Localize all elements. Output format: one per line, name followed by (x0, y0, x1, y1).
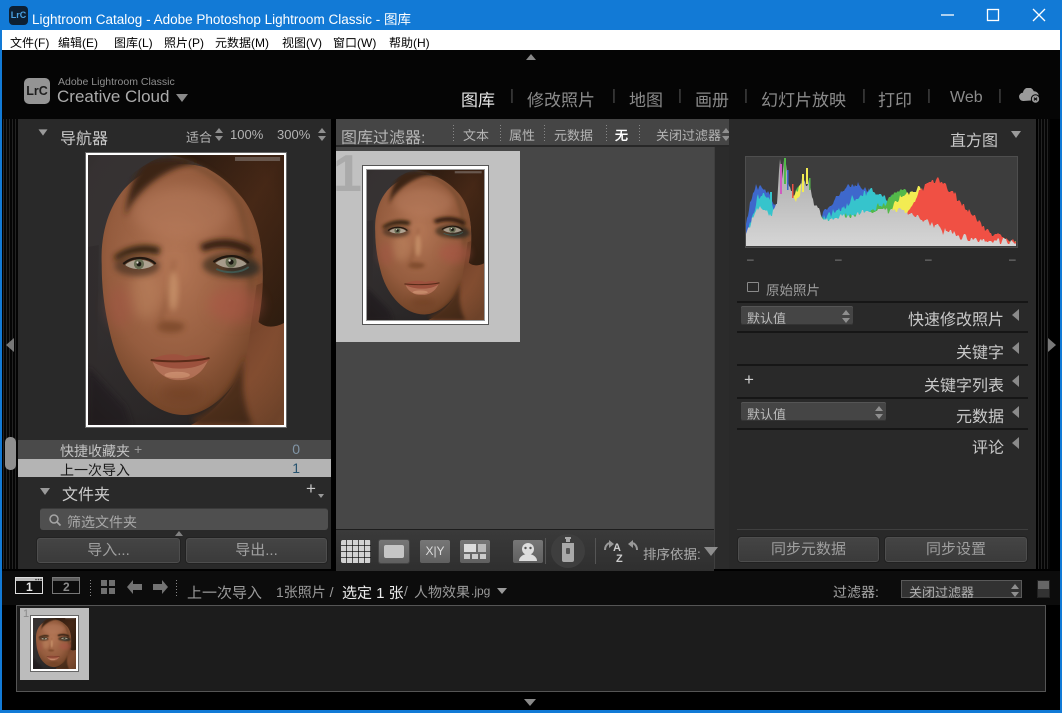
svg-text:2: 2 (63, 580, 70, 594)
svg-text:Z: Z (616, 553, 623, 565)
svg-text:1: 1 (26, 580, 33, 594)
